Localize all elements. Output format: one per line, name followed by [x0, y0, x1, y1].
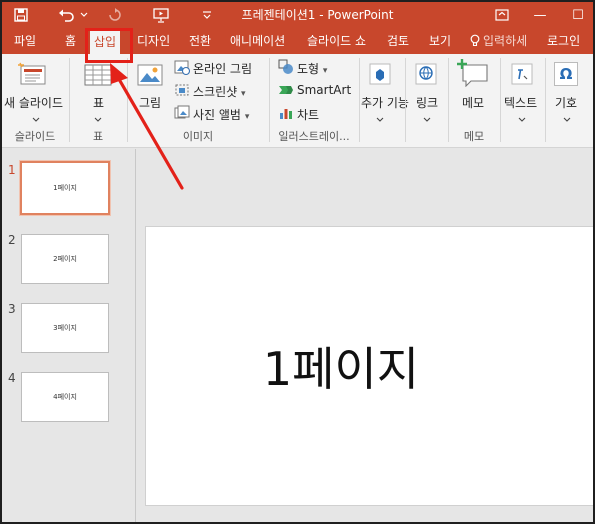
sign-in-link[interactable]: 로그인: [547, 28, 580, 54]
text-dropdown-icon[interactable]: [518, 112, 526, 126]
screenshot-label: 스크린샷: [193, 85, 238, 99]
ribbon-separator: [359, 58, 360, 142]
tab-review[interactable]: 검토: [387, 28, 409, 54]
comments-group-label: 메모: [463, 130, 485, 143]
lightbulb-icon: [470, 34, 480, 47]
symbols-button[interactable]: 기호: [555, 94, 577, 111]
slide-number: 3: [8, 302, 16, 316]
symbol-icon[interactable]: Ω: [554, 62, 578, 86]
tab-insert[interactable]: 삽입: [90, 31, 121, 54]
shapes-icon[interactable]: [278, 59, 294, 78]
comment-icon[interactable]: [457, 59, 489, 90]
slide-thumbnail-1[interactable]: 1페이지: [19, 160, 111, 216]
add-ins-icon[interactable]: [368, 62, 392, 89]
table-icon[interactable]: [84, 64, 112, 89]
tell-me-box[interactable]: 입력하세: [470, 28, 527, 54]
ribbon-separator: [500, 58, 501, 142]
online-pictures-button[interactable]: 온라인 그림: [193, 60, 252, 77]
title-bar: 프레젠테이션1 - PowerPoint — ☐: [2, 2, 593, 28]
tab-animations[interactable]: 애니메이션: [230, 28, 285, 54]
slide-thumbnail-4[interactable]: 4페이지: [21, 372, 109, 422]
smartart-icon[interactable]: [278, 82, 294, 101]
slide-canvas[interactable]: 1페이지: [145, 226, 593, 506]
slide-thumbnails-pane: 1 1페이지 2 2페이지 3 3페이지 4 4페이지: [2, 149, 135, 522]
slide-number: 2: [8, 233, 16, 247]
maximize-button[interactable]: ☐: [560, 2, 593, 28]
photo-album-button[interactable]: 사진 앨범 ▾: [193, 106, 249, 123]
text-button[interactable]: 텍스트: [504, 94, 537, 111]
screenshot-icon[interactable]: [174, 82, 190, 101]
ribbon-display-options-icon[interactable]: [484, 2, 520, 28]
tab-view[interactable]: 보기: [429, 28, 451, 54]
chart-button[interactable]: 차트: [297, 106, 319, 123]
slide-title-text[interactable]: 1페이지: [146, 227, 593, 505]
screenshot-button[interactable]: 스크린샷 ▾: [193, 83, 246, 100]
shapes-label: 도형: [297, 62, 320, 76]
tab-slideshow[interactable]: 슬라이드 쇼: [307, 28, 366, 54]
ribbon-separator: [405, 58, 406, 142]
photo-album-icon[interactable]: [174, 105, 190, 124]
powerpoint-window: 프레젠테이션1 - PowerPoint — ☐ 파일 홈 삽입 디자인 전환 …: [0, 0, 595, 524]
picture-icon[interactable]: [136, 62, 164, 91]
slides-group-label: 슬라이드: [14, 130, 56, 143]
slide-thumbnail-2[interactable]: 2페이지: [21, 234, 109, 284]
add-ins-button[interactable]: 추가 기능: [361, 94, 409, 111]
tab-transitions[interactable]: 전환: [189, 28, 211, 54]
images-group-label: 이미지: [182, 130, 214, 143]
ribbon-insert: 새 슬라이드 슬라이드 표 표 그림 온라인 그림 스크린샷 ▾ 사진 앨범 ▾…: [2, 54, 593, 148]
tab-file[interactable]: 파일: [14, 28, 36, 54]
online-pictures-icon[interactable]: [174, 59, 191, 78]
new-slide-dropdown-icon[interactable]: [32, 112, 40, 126]
picture-button[interactable]: 그림: [139, 94, 161, 111]
link-button[interactable]: 링크: [416, 94, 438, 111]
comment-button[interactable]: 메모: [462, 94, 484, 111]
slide-number: 1: [8, 163, 16, 177]
photo-album-label: 사진 앨범: [193, 108, 241, 122]
tab-home[interactable]: 홈: [65, 28, 76, 54]
new-slide-icon[interactable]: [18, 62, 48, 91]
tab-design[interactable]: 디자인: [137, 28, 170, 54]
smartart-button[interactable]: SmartArt: [297, 83, 351, 97]
add-ins-dropdown-icon[interactable]: [376, 112, 384, 126]
tables-group-label: 표: [92, 130, 104, 143]
pane-divider: [135, 149, 136, 522]
link-icon[interactable]: [414, 62, 438, 89]
ribbon-tab-bar: 파일 홈 삽입 디자인 전환 애니메이션 슬라이드 쇼 검토 보기 입력하세 로…: [2, 28, 593, 54]
new-slide-button[interactable]: 새 슬라이드: [4, 94, 63, 111]
slide-thumbnail-3[interactable]: 3페이지: [21, 303, 109, 353]
link-dropdown-icon[interactable]: [423, 112, 431, 126]
shapes-button[interactable]: 도형 ▾: [297, 60, 327, 77]
symbols-dropdown-icon[interactable]: [563, 112, 571, 126]
tell-me-placeholder: 입력하세: [483, 34, 528, 48]
slide-number: 4: [8, 371, 16, 385]
illustrations-group-label: 일러스트레이...: [278, 130, 350, 143]
text-icon[interactable]: [510, 62, 534, 89]
chart-icon[interactable]: [278, 105, 294, 124]
table-button[interactable]: 표: [93, 94, 104, 111]
omega-glyph: Ω: [559, 65, 573, 83]
ribbon-separator: [545, 58, 546, 142]
minimize-button[interactable]: —: [522, 2, 558, 28]
table-dropdown-icon[interactable]: [94, 112, 102, 126]
